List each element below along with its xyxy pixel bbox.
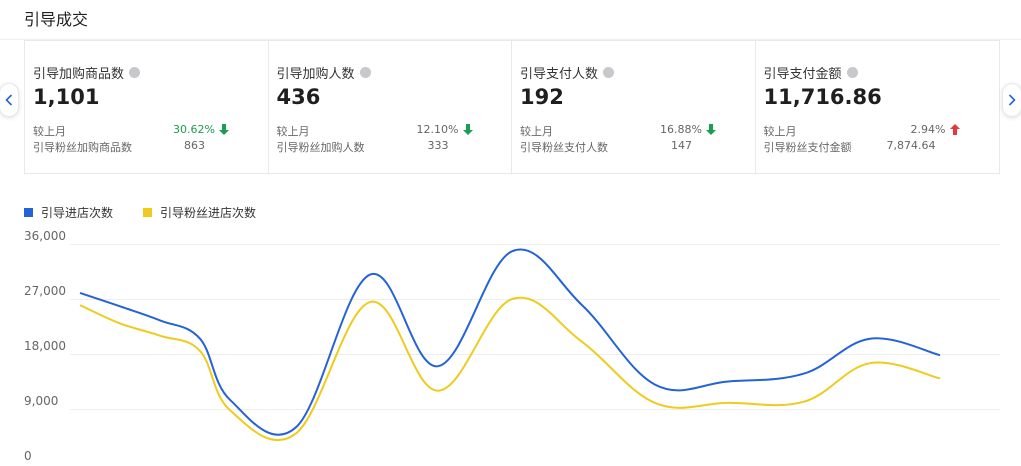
series-line — [79, 296, 941, 441]
series-line — [79, 248, 941, 436]
line-chart — [79, 248, 941, 441]
